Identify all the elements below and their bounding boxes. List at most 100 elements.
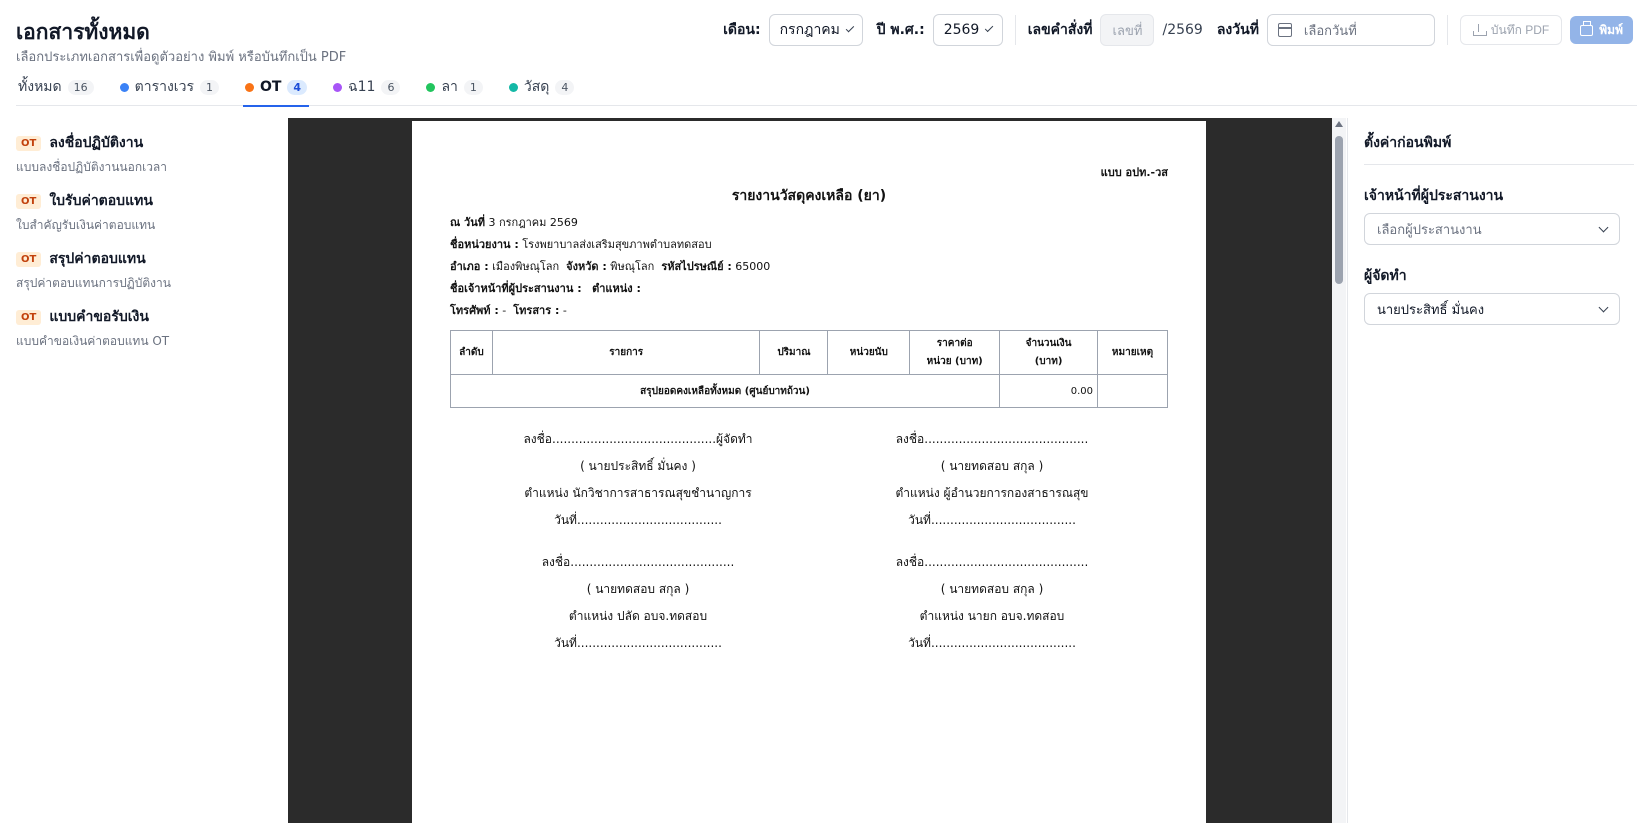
tab-label: OT — [259, 79, 282, 95]
print-label: พิมพ์ — [1599, 22, 1623, 37]
tab-form11[interactable]: ฉ11 6 — [331, 68, 402, 106]
order-number-label: เลขคำสั่งที่ — [1027, 22, 1093, 38]
list-item[interactable]: OT แบบคำขอรับเงิน แบบคำขอเงินค่าตอบแทน O… — [16, 306, 266, 364]
tab-label: ตารางเวร — [134, 79, 194, 95]
doc-date-line: ณ วันที่ 3 กรกฎาคม 2569 — [450, 216, 578, 229]
scroll-up-icon[interactable] — [1335, 121, 1343, 127]
tab-leave[interactable]: ลา 1 — [424, 68, 484, 106]
divider — [1347, 118, 1348, 823]
date-placeholder: เลือกวันที่ — [1303, 23, 1357, 39]
page-header: เอกสารทั้งหมด เลือกประเภทเอกสารเพื่อดูตั… — [16, 14, 1633, 74]
doc-unit-line: ชื่อหน่วยงาน : โรงพยาบาลส่งเสริมสุขภาพตำ… — [450, 238, 712, 251]
blue-dot-icon — [119, 82, 129, 92]
preparer-value: นายประสิทธิ์ มั่นคง — [1377, 302, 1485, 318]
print-settings-panel: ตั้งค่าก่อนพิมพ์ เจ้าหน้าที่ผู้ประสานงาน… — [1364, 132, 1634, 325]
tab-label: ทั้งหมด — [18, 79, 62, 95]
col-header: หน่วยนับ — [827, 330, 911, 375]
tab-count-badge: 16 — [67, 79, 94, 95]
year-select[interactable]: 2569 — [932, 14, 1003, 46]
green-dot-icon — [426, 82, 436, 92]
note-cell — [1097, 374, 1168, 408]
order-number-input[interactable]: เลขที่ — [1100, 14, 1155, 46]
download-icon — [1472, 24, 1487, 36]
ot-badge: OT — [16, 135, 42, 151]
list-item[interactable]: OT ลงชื่อปฏิบัติงาน แบบลงชื่อปฏิบัติงานน… — [16, 132, 266, 190]
preparer-label: ผู้จัดทำ — [1364, 268, 1407, 284]
document-title: ลงชื่อปฏิบัติงาน — [49, 135, 144, 151]
document-title: แบบคำขอรับเงิน — [49, 309, 149, 325]
document-desc: แบบลงชื่อปฏิบัติงานนอกเวลา — [16, 160, 168, 174]
table-header-row: ลำดับ รายการ ปริมาณ หน่วยนับ ราคาต่อ หน่ว… — [450, 330, 1168, 375]
tab-label: ลา — [441, 79, 458, 95]
ot-badge: OT — [16, 193, 42, 209]
col-header: ลำดับ — [450, 330, 493, 375]
month-select[interactable]: กรกฎาคม — [768, 14, 863, 46]
save-pdf-label: บันทึก PDF — [1490, 22, 1550, 37]
list-item[interactable]: OT ใบรับค่าตอบแทน ใบสำคัญรับเงินค่าตอบแท… — [16, 190, 266, 248]
tab-count-badge: 4 — [555, 79, 575, 95]
toolbar: เดือน: กรกฎาคม ปี พ.ศ.: 2569 เลขคำสั่งที… — [723, 14, 1633, 46]
order-year-suffix: /2569 — [1162, 22, 1203, 38]
chevron-down-icon — [985, 23, 994, 33]
coordinator-select[interactable]: เลือกผู้ประสานงาน — [1364, 213, 1620, 245]
order-date-label: ลงวันที่ — [1216, 22, 1259, 38]
tab-count-badge: 4 — [287, 79, 308, 95]
ot-badge: OT — [16, 251, 42, 267]
document-preview: แบบ อปท.-วส รายงานวัสดุคงเหลือ (ยา) ณ วั… — [288, 118, 1332, 823]
document-heading: รายงานวัสดุคงเหลือ (ยา) — [731, 188, 887, 204]
chevron-down-icon — [1598, 302, 1609, 312]
col-header: หมายเหตุ — [1097, 330, 1168, 375]
form-code: แบบ อปท.-วส — [1100, 166, 1168, 179]
divider — [1014, 15, 1016, 45]
col-header: ราคาต่อ หน่วย (บาท) — [909, 330, 1001, 375]
preview-scrollbar[interactable] — [1332, 118, 1346, 823]
calendar-icon — [1277, 23, 1292, 37]
coordinator-label: เจ้าหน้าที่ผู้ประสานงาน — [1364, 188, 1504, 204]
tab-all[interactable]: ทั้งหมด 16 — [16, 68, 96, 106]
document-desc: แบบคำขอเงินค่าตอบแทน OT — [16, 334, 170, 348]
total-value: 0.00 — [999, 374, 1098, 408]
document-desc: สรุปค่าตอบแทนการปฏิบัติงาน — [16, 276, 171, 290]
order-date-input[interactable]: เลือกวันที่ — [1266, 14, 1435, 46]
tab-ot[interactable]: OT 4 — [242, 68, 310, 107]
tab-schedule[interactable]: ตารางเวร 1 — [118, 68, 221, 106]
scrollbar-thumb[interactable] — [1335, 136, 1343, 284]
ot-badge: OT — [16, 309, 42, 325]
col-header: รายการ — [491, 330, 761, 375]
signature-block: ลงชื่อ..................................… — [895, 555, 1089, 650]
inventory-table: ลำดับ รายการ ปริมาณ หน่วยนับ ราคาต่อ หน่ว… — [449, 330, 1168, 408]
tab-count-badge: 1 — [199, 79, 219, 95]
tab-label: วัสดุ — [523, 79, 550, 95]
col-header: ปริมาณ — [759, 330, 829, 375]
doc-location-line: อำเภอ : เมืองพิษณุโลก จังหวัด : พิษณุโลก… — [450, 260, 771, 273]
doc-contact-line: โทรศัพท์ : - โทรสาร : - — [450, 304, 567, 317]
list-item[interactable]: OT สรุปค่าตอบแทน สรุปค่าตอบแทนการปฏิบัติ… — [16, 248, 266, 306]
preparer-select[interactable]: นายประสิทธิ์ มั่นคง — [1364, 293, 1620, 325]
orange-dot-icon — [244, 82, 254, 92]
divider — [1446, 15, 1448, 45]
document-desc: ใบสำคัญรับเงินค่าตอบแทน — [16, 218, 156, 232]
col-header: จำนวนเงิน (บาท) — [999, 330, 1098, 375]
category-tabs: ทั้งหมด 16 ตารางเวร 1 OT 4 ฉ11 6 ลา 1 วั… — [16, 68, 1637, 107]
doc-coordinator-line: ชื่อเจ้าหน้าที่ผู้ประสานงาน : ตำแหน่ง : — [450, 282, 641, 295]
purple-dot-icon — [333, 82, 343, 92]
save-pdf-button[interactable]: บันทึก PDF — [1459, 15, 1563, 45]
total-label: สรุปยอดคงเหลือทั้งหมด (ศูนย์บาทถ้วน) — [449, 374, 1001, 408]
tab-supplies[interactable]: วัสดุ 4 — [507, 68, 577, 106]
year-label: ปี พ.ศ.: — [876, 22, 925, 38]
tab-label: ฉ11 — [348, 79, 376, 95]
document-page: แบบ อปท.-วส รายงานวัสดุคงเหลือ (ยา) ณ วั… — [412, 121, 1206, 823]
settings-title: ตั้งค่าก่อนพิมพ์ — [1364, 132, 1634, 165]
chevron-down-icon — [845, 23, 854, 33]
tab-count-badge: 1 — [463, 79, 483, 95]
signature-block: ลงชื่อ..................................… — [895, 432, 1089, 527]
signature-block: ลงชื่อ..................................… — [541, 555, 735, 650]
page-title: เอกสารทั้งหมด — [16, 20, 150, 44]
page-subtitle: เลือกประเภทเอกสารเพื่อดูตัวอย่าง พิมพ์ ห… — [16, 50, 347, 65]
document-title: สรุปค่าตอบแทน — [49, 251, 146, 267]
month-value: กรกฎาคม — [779, 22, 840, 38]
print-button[interactable]: พิมพ์ — [1570, 16, 1633, 44]
document-list: OT ลงชื่อปฏิบัติงาน แบบลงชื่อปฏิบัติงานน… — [16, 132, 266, 364]
month-label: เดือน: — [723, 22, 761, 38]
year-value: 2569 — [943, 22, 980, 38]
